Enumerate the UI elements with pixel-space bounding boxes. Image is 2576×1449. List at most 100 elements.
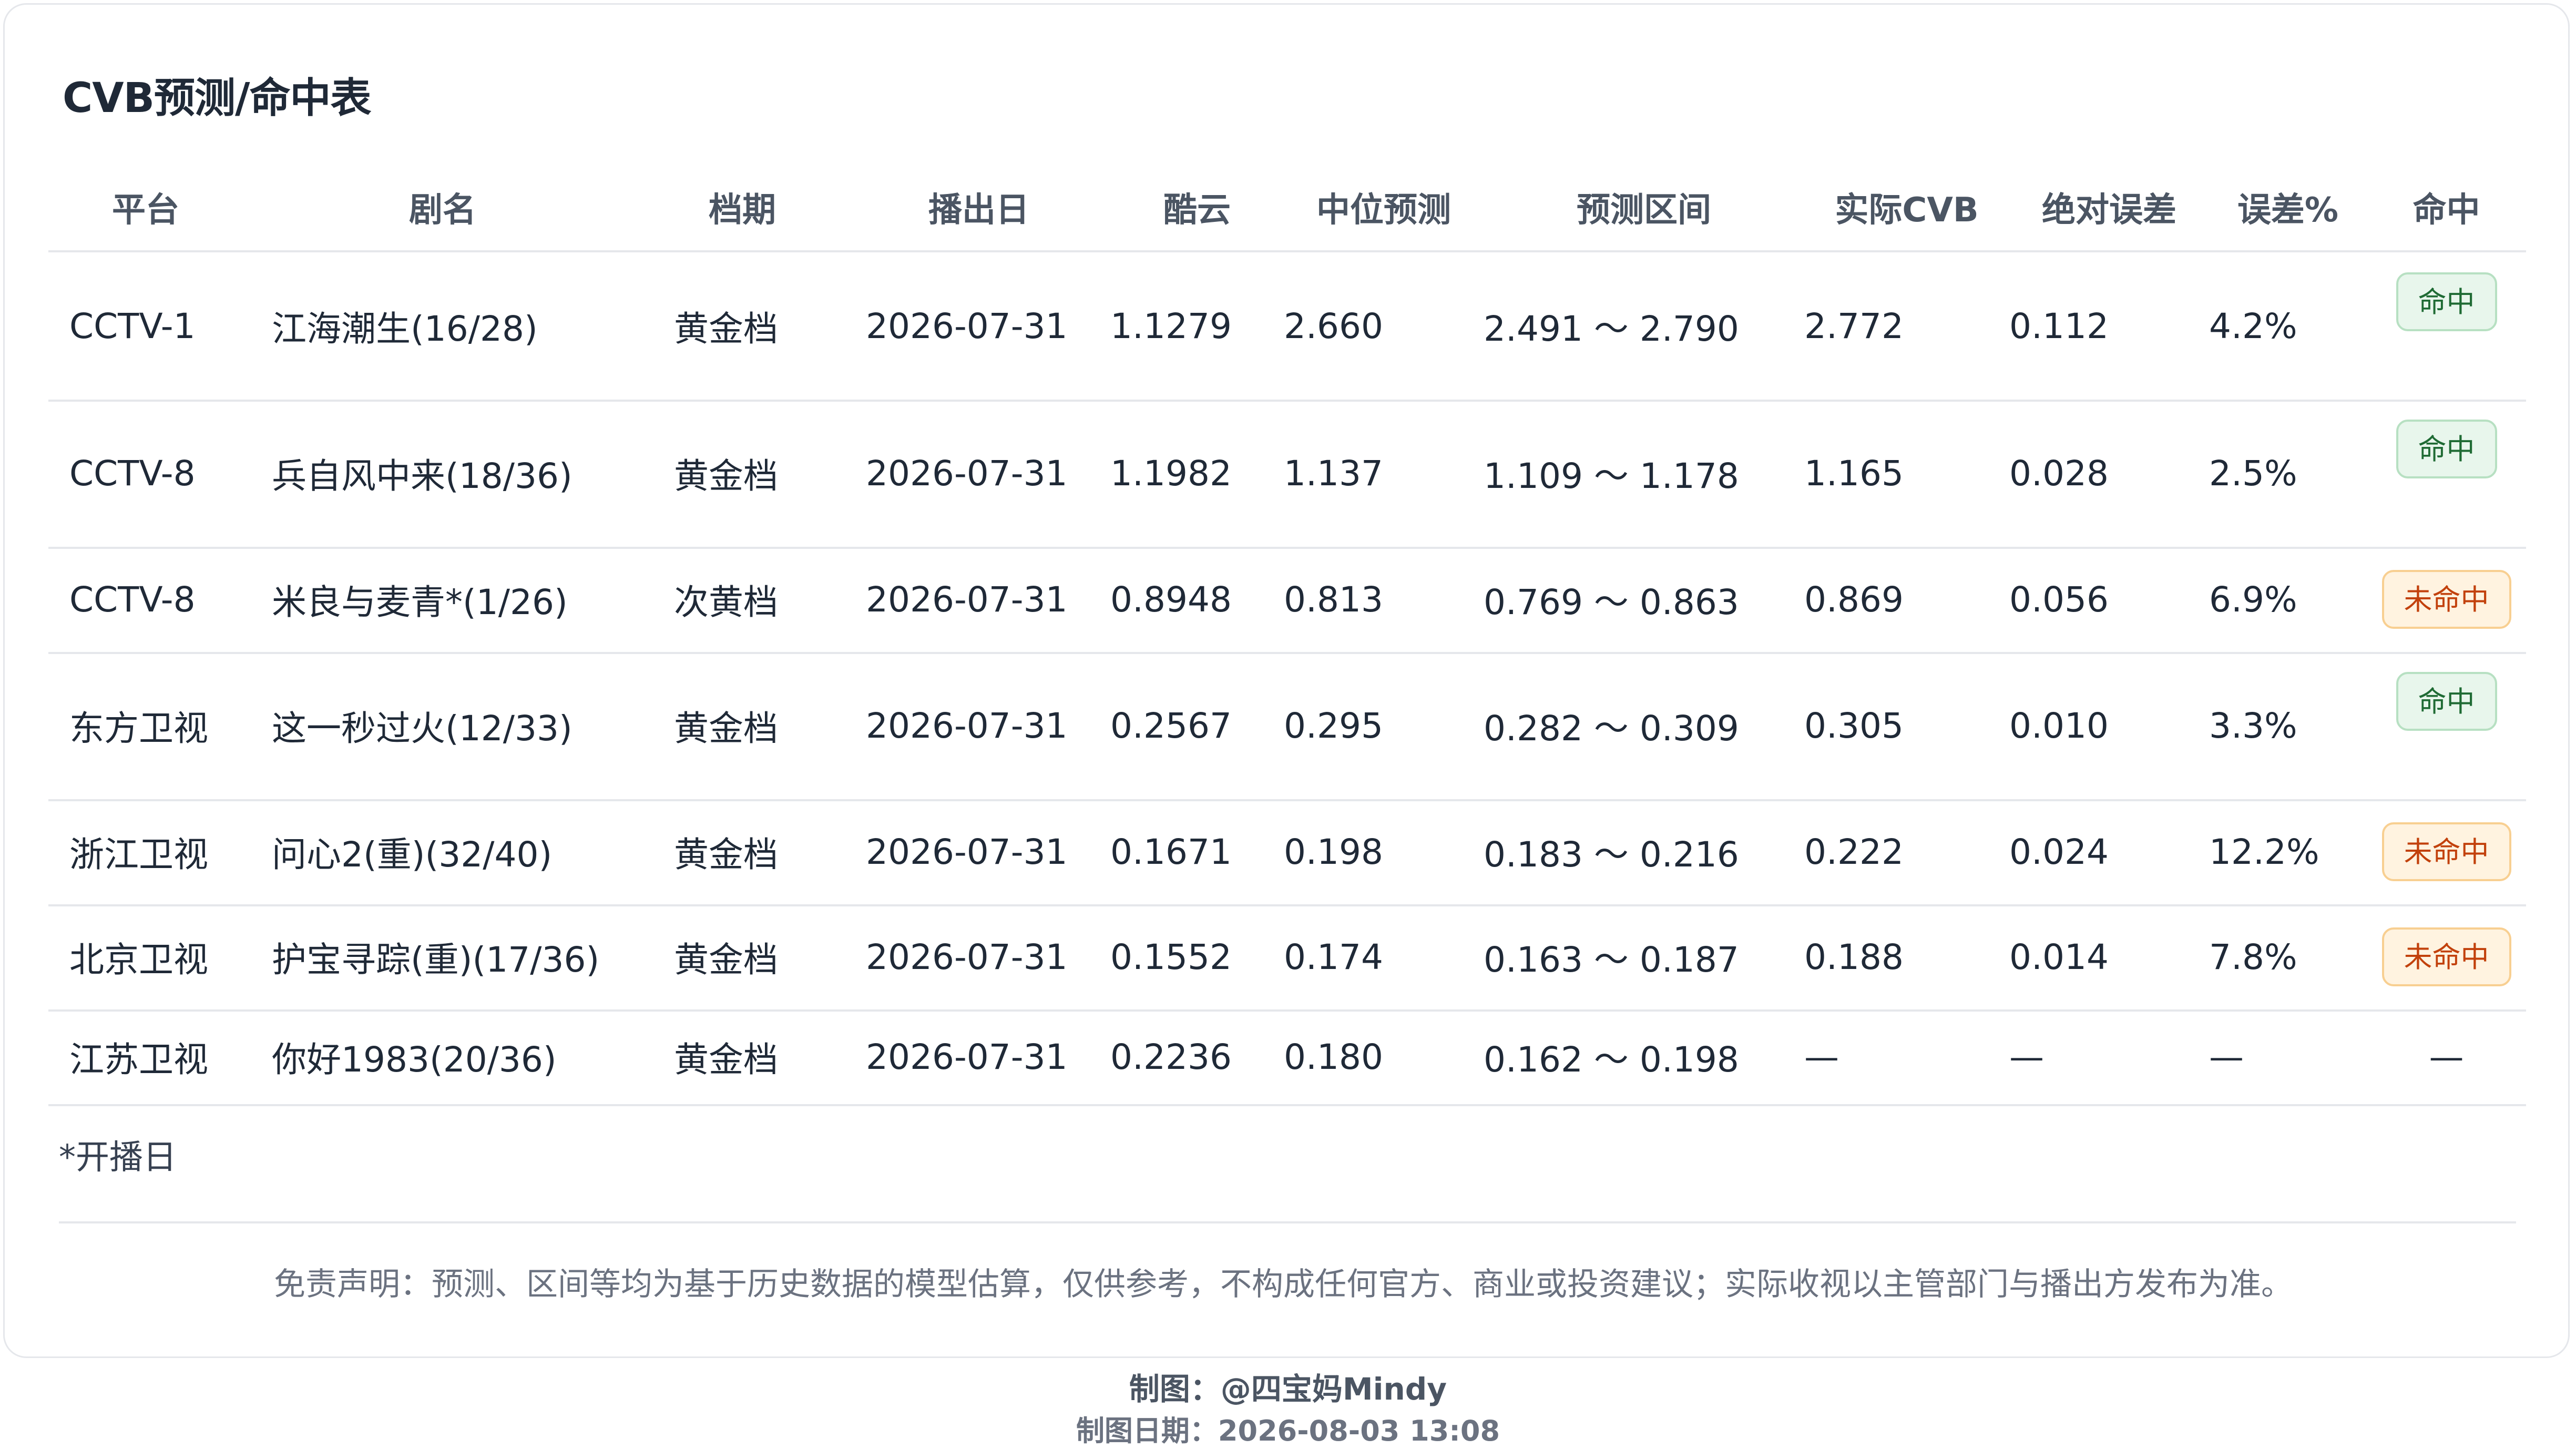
disclaimer: 免责声明：预测、区间等均为基于历史数据的模型估算，仅供参考，不构成任何官方、商业… <box>274 1266 2293 1303</box>
cell-drama: 米良与麦青*(1/26) <box>272 582 568 623</box>
cell-median: 0.174 <box>1284 936 1383 977</box>
column-header[interactable]: 命中 <box>2367 179 2526 250</box>
cell-date: 2026-07-31 <box>866 305 1068 346</box>
cell-slot: 黄金档 <box>674 1039 778 1080</box>
cell-platform: 东方卫视 <box>69 708 208 749</box>
cell-actual: 0.222 <box>1804 831 1904 872</box>
cell-range: 0.162 ～ 0.198 <box>1484 1039 1739 1080</box>
cell-err-pct: 12.2% <box>2209 831 2319 872</box>
cell-slot: 黄金档 <box>674 834 778 875</box>
cell-kuyun: 1.1982 <box>1110 453 1232 494</box>
cell-hit: — <box>2429 1036 2464 1077</box>
cell-range: 0.282 ～ 0.309 <box>1484 708 1739 749</box>
cell-actual: 0.305 <box>1804 705 1904 746</box>
cell-err-pct: 6.9% <box>2209 579 2297 620</box>
cell-median: 0.295 <box>1284 705 1383 746</box>
cell-platform: CCTV-8 <box>69 579 196 620</box>
column-header[interactable]: 剧名 <box>248 179 637 250</box>
cell-range: 1.109 ～ 1.178 <box>1484 456 1739 496</box>
cell-range: 0.163 ～ 0.187 <box>1484 940 1739 980</box>
cell-actual: — <box>1804 1036 1839 1077</box>
column-header[interactable]: 平台 <box>69 179 222 250</box>
cell-median: 1.137 <box>1284 453 1383 494</box>
miss-badge: 未命中 <box>2381 927 2511 986</box>
cell-platform: 北京卫视 <box>69 940 208 980</box>
table-row[interactable]: CCTV-1 江海潮生(16/28) 黄金档 2026-07-31 1.1279 2.66… <box>48 252 2526 402</box>
cell-date: 2026-07-31 <box>866 936 1068 977</box>
cell-platform: 浙江卫视 <box>69 834 208 875</box>
cell-slot: 黄金档 <box>674 940 778 980</box>
cell-range: 2.491 ～ 2.790 <box>1484 309 1739 349</box>
cell-range: 0.769 ～ 0.863 <box>1484 582 1739 623</box>
cell-drama: 护宝寻踪(重)(17/36) <box>272 940 600 980</box>
cell-hit: 命中 <box>2367 400 2526 547</box>
table-row[interactable]: CCTV-8 兵自风中来(18/36) 黄金档 2026-07-31 1.1982 1.1… <box>48 400 2526 549</box>
cell-err-pct: 4.2% <box>2209 305 2297 346</box>
cell-date: 2026-07-31 <box>866 831 1068 872</box>
column-header[interactable]: 预测区间 <box>1484 179 1804 250</box>
cell-slot: 次黄档 <box>674 582 778 623</box>
cell-drama: 你好1983(20/36) <box>272 1039 557 1080</box>
cell-date: 2026-07-31 <box>866 705 1068 746</box>
cell-median: 0.813 <box>1284 579 1383 620</box>
column-header[interactable]: 中位预测 <box>1284 179 1484 250</box>
cell-drama: 兵自风中来(18/36) <box>272 456 573 496</box>
column-header[interactable]: 档期 <box>637 179 847 250</box>
cell-abs-err: 0.056 <box>2009 579 2109 620</box>
credit: 制图：@四宝妈Mindy <box>1129 1371 1447 1407</box>
cell-hit: 命中 <box>2367 652 2526 799</box>
cell-date: 2026-07-31 <box>866 453 1068 494</box>
cell-slot: 黄金档 <box>674 708 778 749</box>
cell-kuyun: 0.2236 <box>1110 1036 1232 1077</box>
cell-platform: 江苏卫视 <box>69 1039 208 1080</box>
cell-abs-err: 0.112 <box>2009 305 2109 346</box>
cell-err-pct: 2.5% <box>2209 453 2297 494</box>
cell-kuyun: 0.8948 <box>1110 579 1232 620</box>
cell-date: 2026-07-31 <box>866 1036 1068 1077</box>
cell-err-pct: — <box>2209 1036 2244 1077</box>
miss-badge: 未命中 <box>2381 570 2511 629</box>
cell-abs-err: 0.014 <box>2009 936 2109 977</box>
cell-drama: 江海潮生(16/28) <box>272 309 538 349</box>
cell-actual: 0.869 <box>1804 579 1904 620</box>
cell-kuyun: 0.1552 <box>1110 936 1232 977</box>
column-header[interactable]: 播出日 <box>847 179 1110 250</box>
cell-abs-err: 0.024 <box>2009 831 2109 872</box>
cell-hit: 未命中 <box>2367 547 2526 652</box>
cell-platform: CCTV-8 <box>69 453 196 494</box>
page-title: CVB预测/命中表 <box>63 75 372 122</box>
cell-err-pct: 7.8% <box>2209 936 2297 977</box>
table-row[interactable]: 浙江卫视 问心2(重)(32/40) 黄金档 2026-07-31 0.1671 0.19… <box>48 799 2526 906</box>
table-row[interactable]: 江苏卫视 你好1983(20/36) 黄金档 2026-07-31 0.2236 0.18… <box>48 1009 2526 1106</box>
cell-slot: 黄金档 <box>674 456 778 496</box>
cell-kuyun: 0.2567 <box>1110 705 1232 746</box>
divider <box>59 1221 2516 1223</box>
cell-err-pct: 3.3% <box>2209 705 2297 746</box>
table-header: 平台 剧名 档期 播出日 酷云 中位预测 预测区间 实际CVB 绝对误差 误差% 命中 <box>48 179 2526 252</box>
cell-median: 0.180 <box>1284 1036 1383 1077</box>
cell-kuyun: 1.1279 <box>1110 305 1232 346</box>
table-row[interactable]: 北京卫视 护宝寻踪(重)(17/36) 黄金档 2026-07-31 0.1552 0.1… <box>48 904 2526 1012</box>
cell-hit: 未命中 <box>2367 904 2526 1009</box>
cell-actual: 1.165 <box>1804 453 1904 494</box>
cell-abs-err: 0.010 <box>2009 705 2109 746</box>
hit-badge: 命中 <box>2396 672 2497 731</box>
table-row[interactable]: CCTV-8 米良与麦青*(1/26) 次黄档 2026-07-31 0.8948 0.8… <box>48 547 2526 654</box>
column-header[interactable]: 误差% <box>2209 179 2367 250</box>
cell-hit: 命中 <box>2367 252 2526 400</box>
miss-badge: 未命中 <box>2381 822 2511 881</box>
column-header[interactable]: 实际CVB <box>1804 179 2009 250</box>
cell-drama: 问心2(重)(32/40) <box>272 834 553 875</box>
column-header[interactable]: 酷云 <box>1110 179 1284 250</box>
cell-drama: 这一秒过火(12/33) <box>272 708 573 749</box>
cell-abs-err: 0.028 <box>2009 453 2109 494</box>
cell-median: 0.198 <box>1284 831 1383 872</box>
cell-median: 2.660 <box>1284 305 1383 346</box>
column-header[interactable]: 绝对误差 <box>2009 179 2209 250</box>
cell-abs-err: — <box>2009 1036 2044 1077</box>
cell-hit: 未命中 <box>2367 799 2526 904</box>
cell-range: 0.183 ～ 0.216 <box>1484 834 1739 875</box>
table-row[interactable]: 东方卫视 这一秒过火(12/33) 黄金档 2026-07-31 0.2567 0.295… <box>48 652 2526 801</box>
cell-kuyun: 0.1671 <box>1110 831 1232 872</box>
hit-badge: 命中 <box>2396 420 2497 478</box>
